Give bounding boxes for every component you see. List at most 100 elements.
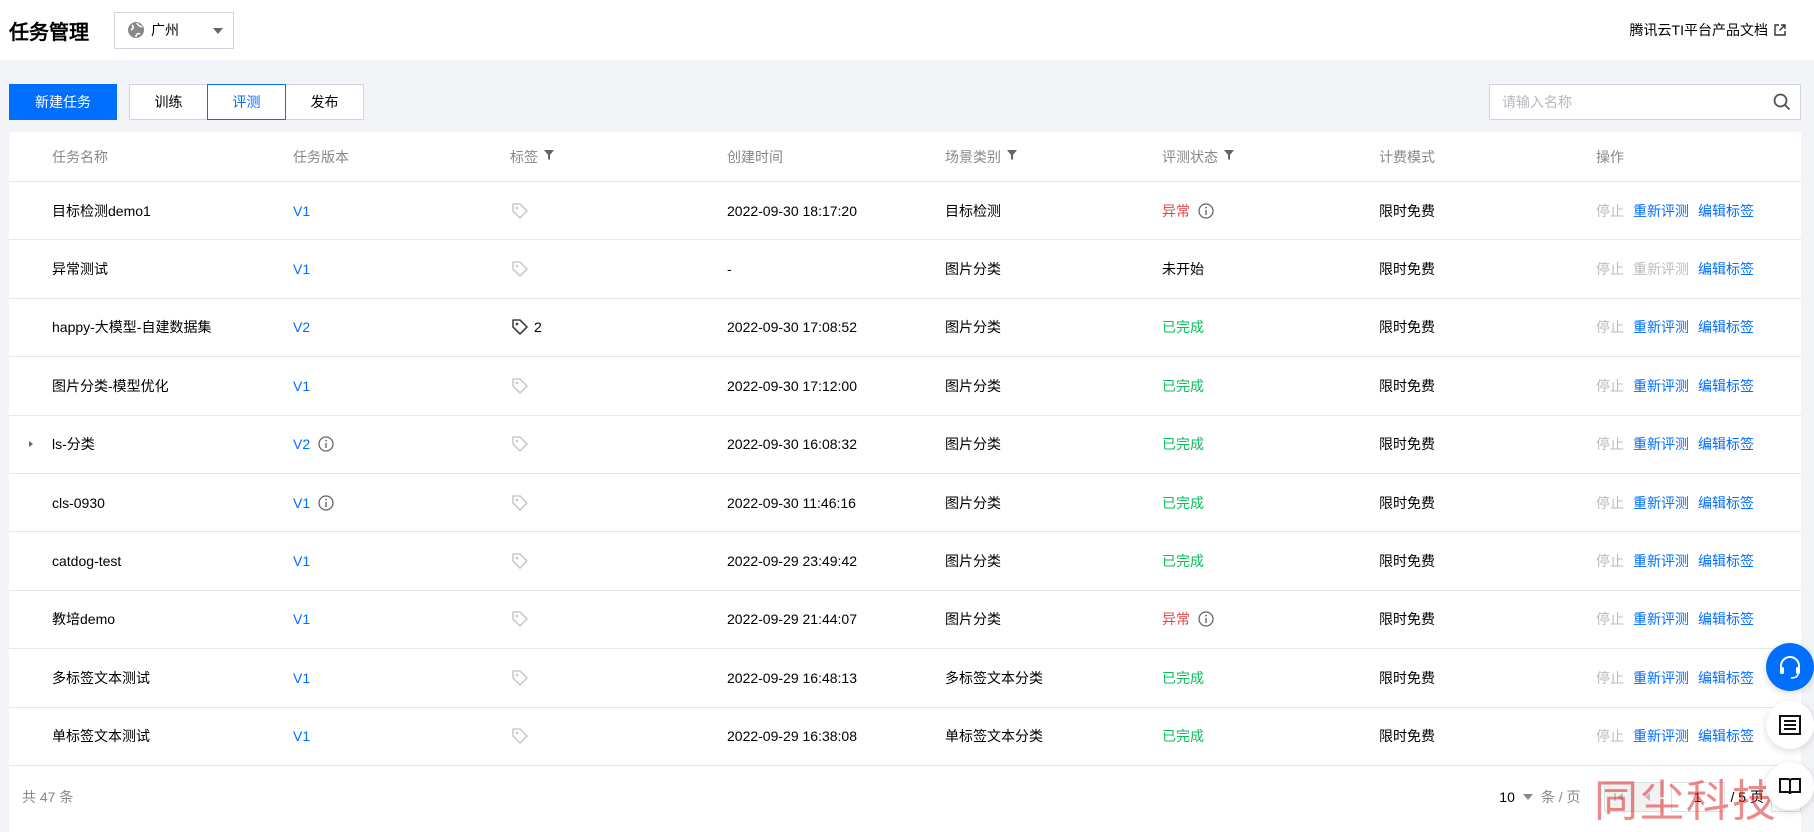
tag-icon[interactable] [510,434,530,454]
re-evaluate-button[interactable]: 重新评测 [1633,493,1689,513]
customer-support-button[interactable] [1766,643,1814,691]
re-evaluate-button[interactable]: 重新评测 [1633,609,1689,629]
created-time: 2022-09-29 23:49:42 [727,553,857,570]
tag-icon[interactable] [510,726,530,746]
task-version-link[interactable]: V2 [293,319,310,335]
region-value: 广州 [151,22,179,38]
tag-icon[interactable] [510,376,530,396]
task-version-cell: V2 [293,416,334,473]
info-icon[interactable] [1198,203,1214,219]
status-badge: 未开始 [1162,261,1204,278]
task-version-link[interactable]: V1 [293,495,310,511]
task-version-cell: V2 [293,299,310,356]
edit-tags-button[interactable]: 编辑标签 [1698,668,1754,688]
tag-icon[interactable] [510,317,530,337]
stop-button[interactable]: 停止 [1596,376,1624,396]
stop-button[interactable]: 停止 [1596,726,1624,746]
actions-cell: 停止 重新评测 编辑标签 [1596,299,1763,356]
created-time: - [727,261,732,278]
filter-icon[interactable] [1007,150,1017,160]
tags-cell [510,708,530,765]
product-doc-link[interactable]: 腾讯云TI平台产品文档 [1630,20,1786,40]
region-select[interactable]: 广州 [114,11,234,49]
documentation-button[interactable] [1766,762,1814,810]
filter-icon[interactable] [544,150,554,160]
edit-tags-button[interactable]: 编辑标签 [1698,201,1754,221]
stop-button[interactable]: 停止 [1596,434,1624,454]
edit-tags-button[interactable]: 编辑标签 [1698,317,1754,337]
task-version-cell: V1 [293,240,310,297]
task-version-link[interactable]: V1 [293,728,310,744]
tags-cell [510,474,530,531]
stop-button[interactable]: 停止 [1596,668,1624,688]
page-title: 任务管理 [9,21,89,44]
tag-icon[interactable] [510,668,530,688]
task-version-cell: V1 [293,182,310,239]
eval-status-cell: 未开始 [1162,240,1204,297]
task-version-link[interactable]: V1 [293,261,310,277]
filter-icon[interactable] [1224,150,1234,160]
task-version-link[interactable]: V1 [293,611,310,627]
new-task-button[interactable]: 新建任务 [9,84,117,120]
toolbar: 新建任务 训练 评测 发布 [9,84,364,120]
re-evaluate-button[interactable]: 重新评测 [1633,201,1689,221]
edit-tags-button[interactable]: 编辑标签 [1698,609,1754,629]
expand-row-icon[interactable] [27,416,35,473]
task-version-link[interactable]: V2 [293,436,310,452]
search-icon[interactable] [1764,85,1800,119]
re-evaluate-button[interactable]: 重新评测 [1633,317,1689,337]
tag-icon[interactable] [510,493,530,513]
stop-button[interactable]: 停止 [1596,493,1624,513]
task-name: cls-0930 [52,494,105,511]
task-name: happy-大模型-自建数据集 [52,319,212,336]
stop-button[interactable]: 停止 [1596,317,1624,337]
re-evaluate-button[interactable]: 重新评测 [1633,376,1689,396]
edit-tags-button[interactable]: 编辑标签 [1698,259,1754,279]
tag-icon[interactable] [510,259,530,279]
tag-icon[interactable] [510,609,530,629]
column-header-name: 任务名称 [52,149,108,165]
tags-cell [510,591,530,648]
tags-cell [510,532,530,589]
task-version-link[interactable]: V1 [293,378,310,394]
edit-tags-button[interactable]: 编辑标签 [1698,493,1754,513]
task-version-link[interactable]: V1 [293,203,310,219]
stop-button[interactable]: 停止 [1596,609,1624,629]
billing-mode: 限时免费 [1379,494,1435,511]
globe-icon [127,21,145,39]
info-icon[interactable] [318,494,334,511]
table-row: catdog-test V1 2022-09-29 23:49:42 图片分类 已完成 限… [9,532,1801,591]
task-version-link[interactable]: V1 [293,553,310,569]
info-icon[interactable] [318,436,334,452]
search-input[interactable] [1490,85,1764,119]
tag-icon[interactable] [510,551,530,571]
task-list-button[interactable] [1766,701,1814,749]
stop-button[interactable]: 停止 [1596,551,1624,571]
re-evaluate-button[interactable]: 重新评测 [1633,726,1689,746]
status-badge: 已完成 [1162,319,1204,336]
re-evaluate-button[interactable]: 重新评测 [1633,434,1689,454]
tab-train[interactable]: 训练 [129,84,208,120]
edit-tags-button[interactable]: 编辑标签 [1698,726,1754,746]
edit-tags-button[interactable]: 编辑标签 [1698,551,1754,571]
scene-category: 图片分类 [945,553,1001,570]
status-badge: 已完成 [1162,728,1204,745]
column-header-tags: 标签 [510,132,554,182]
stop-button[interactable]: 停止 [1596,259,1624,279]
billing-mode: 限时免费 [1379,377,1435,394]
stop-button[interactable]: 停止 [1596,201,1624,221]
task-version-link[interactable]: V1 [293,670,310,686]
billing-mode: 限时免费 [1379,436,1435,453]
re-evaluate-button[interactable]: 重新评测 [1633,668,1689,688]
re-evaluate-button[interactable]: 重新评测 [1633,259,1689,279]
info-icon[interactable] [1198,611,1214,628]
re-evaluate-button[interactable]: 重新评测 [1633,551,1689,571]
tag-icon[interactable] [510,201,530,221]
actions-cell: 停止 重新评测 编辑标签 [1596,182,1763,239]
tab-evaluate[interactable]: 评测 [207,84,286,120]
edit-tags-button[interactable]: 编辑标签 [1698,434,1754,454]
table-body: 目标检测demo1 V1 2022-09-30 18:17:20 目标检测 异常 限时免费… [9,182,1801,766]
tab-publish[interactable]: 发布 [285,84,364,120]
edit-tags-button[interactable]: 编辑标签 [1698,376,1754,396]
page-size-select[interactable]: 10 [1499,789,1533,805]
